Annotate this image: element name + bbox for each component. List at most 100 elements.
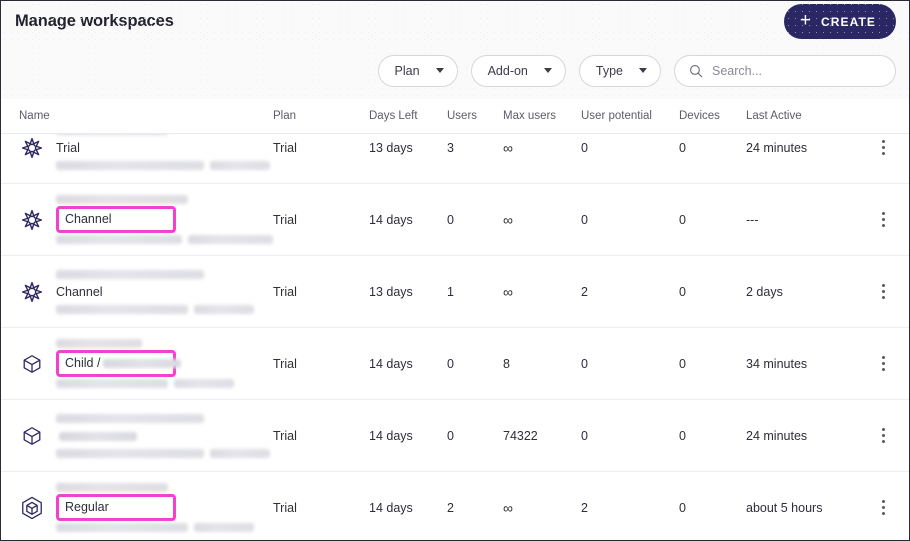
kebab-menu-icon[interactable] (876, 136, 891, 159)
workspace-name-stack: Child / (56, 339, 234, 388)
filter-type-dropdown[interactable]: Type (578, 54, 661, 87)
redacted-workspace-meta (56, 448, 270, 458)
highlight-annotation-box: Child / (56, 350, 182, 377)
redacted-text (56, 379, 168, 388)
workspace-name-cell[interactable]: Regular (19, 483, 273, 532)
workspace-devices: 0 (679, 500, 686, 515)
workspace-type-label: Trial (56, 140, 80, 155)
plus-icon: + (799, 10, 811, 31)
search-box[interactable] (674, 54, 896, 87)
column-header-days-left: Days Left (369, 110, 418, 122)
table-row[interactable]: Trial 14 days 0 74322 0 0 24 minutes (1, 400, 909, 472)
workspace-last-active: 2 days (746, 284, 783, 299)
workspace-devices: 0 (679, 212, 686, 227)
chevron-down-icon (435, 68, 444, 73)
workspace-type-label (56, 429, 137, 443)
workspace-plan: Trial (273, 428, 297, 443)
filter-plan-label: Plan (394, 63, 420, 78)
column-header-max-users: Max users (503, 110, 557, 122)
create-button[interactable]: + CREATE (783, 4, 896, 39)
workspace-type-label: Channel (56, 284, 103, 299)
table-row[interactable]: Channel Trial 13 days 1 ∞ 2 0 2 days (1, 256, 909, 328)
workspace-name-cell[interactable]: Child / (19, 339, 273, 388)
workspace-name-stack: Channel (56, 195, 273, 244)
workspace-plan: Trial (273, 140, 297, 155)
kebab-menu-icon[interactable] (876, 208, 891, 231)
workspace-name-stack: Trial (56, 134, 270, 170)
workspace-devices: 0 (679, 356, 686, 371)
workspace-user-potential: 2 (581, 500, 588, 515)
workspace-user-potential: 0 (581, 140, 588, 155)
workspace-type-line: Trial (56, 139, 270, 157)
workspace-name-stack: Channel (56, 269, 254, 314)
workspace-type-line (56, 427, 270, 445)
workspace-plan: Trial (273, 356, 297, 371)
kebab-menu-icon[interactable] (876, 352, 891, 375)
row-actions-cell (866, 208, 900, 231)
filter-addon-dropdown[interactable]: Add-on (470, 54, 566, 87)
kebab-menu-icon[interactable] (876, 280, 891, 303)
workspace-name-cell[interactable]: Trial (19, 134, 273, 170)
workspace-name-cell[interactable]: Channel (19, 195, 273, 244)
workspace-type-line: Regular (56, 494, 254, 521)
filter-plan-dropdown[interactable]: Plan (377, 54, 458, 87)
redacted-text (56, 160, 204, 170)
workspace-type-line: Channel (56, 206, 273, 233)
workspace-type-label: Regular (65, 500, 109, 514)
workspace-users: 0 (447, 356, 454, 371)
workspace-type-line: Child / (56, 350, 234, 377)
redacted-text (187, 235, 273, 244)
redacted-workspace-name (56, 413, 204, 423)
workspace-days-left: 14 days (369, 428, 413, 443)
workspace-plan: Trial (273, 284, 297, 299)
redacted-text (56, 304, 188, 314)
redacted-parent-name (59, 431, 137, 441)
workspace-devices: 0 (679, 428, 686, 443)
redacted-workspace-name (56, 269, 204, 279)
row-actions-cell (866, 424, 900, 447)
redacted-text (56, 523, 188, 532)
redacted-workspace-name (56, 134, 168, 135)
search-input[interactable] (712, 63, 881, 78)
column-header-users: Users (447, 110, 478, 122)
table-row[interactable]: Channel Trial 14 days 0 ∞ 0 0 --- (1, 184, 909, 256)
row-actions-cell (866, 136, 900, 159)
workspace-max-users: ∞ (503, 283, 513, 300)
kebab-menu-icon[interactable] (876, 496, 891, 519)
filter-toolbar: Plan Add-on Type (1, 1, 909, 540)
workspace-devices: 0 (679, 140, 686, 155)
workspace-max-users: ∞ (503, 211, 513, 228)
create-button-label: CREATE (820, 14, 876, 29)
redacted-workspace-meta (56, 379, 234, 388)
workspace-days-left: 13 days (369, 284, 413, 299)
workspace-max-users: ∞ (503, 139, 513, 156)
column-header-user-potential: User potential (581, 110, 652, 122)
table-row[interactable]: Trial Trial 13 days 3 ∞ 0 0 24 minutes (1, 134, 909, 184)
column-header-last-active: Last Active (746, 110, 802, 122)
star-workspace-icon (19, 207, 45, 233)
page-header: Manage workspaces + CREATE (1, 1, 909, 42)
workspace-users: 0 (447, 212, 454, 227)
workspace-max-users: ∞ (503, 499, 513, 516)
star-workspace-icon (19, 135, 45, 161)
kebab-menu-icon[interactable] (876, 424, 891, 447)
workspace-last-active: 34 minutes (746, 356, 808, 371)
workspace-users: 0 (447, 428, 454, 443)
redacted-workspace-meta (56, 160, 270, 170)
column-header-plan: Plan (273, 110, 297, 122)
workspace-name-cell[interactable] (19, 413, 273, 458)
workspace-name-cell[interactable]: Channel (19, 269, 273, 314)
cube-workspace-icon (19, 351, 45, 377)
workspace-user-potential: 0 (581, 212, 588, 227)
redacted-text (56, 235, 182, 244)
redacted-text (56, 448, 204, 458)
page-title: Manage workspaces (15, 12, 174, 30)
highlight-annotation-box: Regular (56, 494, 176, 521)
workspace-type-label: Channel (65, 212, 112, 226)
table-row[interactable]: Regular Trial 14 days 2 ∞ 2 0 about 5 hours (1, 472, 909, 539)
workspace-days-left: 13 days (369, 140, 413, 155)
workspace-max-users: 8 (503, 356, 510, 371)
filter-addon-label: Add-on (487, 63, 528, 78)
redacted-parent-name (103, 359, 182, 369)
table-row[interactable]: Child / Trial 14 days 0 8 0 0 34 minutes (1, 328, 909, 400)
